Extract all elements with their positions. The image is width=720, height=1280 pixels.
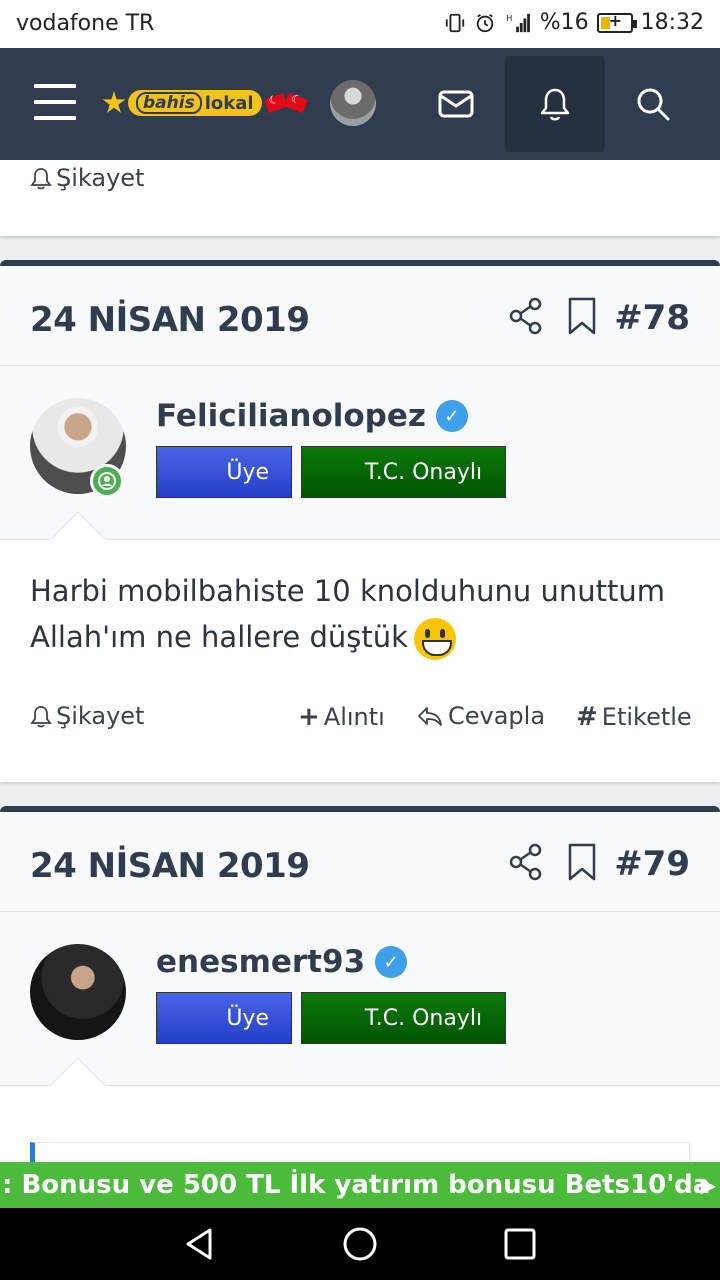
user-avatar[interactable]	[330, 80, 376, 126]
mail-icon	[438, 90, 474, 118]
mail-button[interactable]	[406, 56, 506, 152]
speech-notch	[50, 512, 106, 540]
verified-check-icon: ✓	[435, 400, 468, 432]
app-header: bahis lokal	[0, 48, 720, 160]
post-card: 24 NİSAN 2019 #78 Felicilianolopez ✓ Üye…	[0, 260, 720, 782]
report-button[interactable]: Şikayet	[30, 702, 144, 730]
quote-button[interactable]: + Alıntı	[298, 702, 385, 732]
logo-star-icon	[102, 91, 126, 113]
author-avatar[interactable]	[30, 944, 126, 1040]
reply-label: Cevapla	[448, 702, 546, 730]
post-author: enesmert93 ✓ Üye T.C. Onaylı	[0, 912, 720, 1086]
post-text-line: Harbi mobilbahiste 10 knolduhunu unuttum	[30, 574, 665, 608]
quote-label: Alıntı	[323, 703, 385, 731]
site-logo[interactable]: bahis lokal	[102, 88, 308, 118]
post-header: 24 NİSAN 2019 #78	[0, 266, 720, 366]
post-body: Harbi mobilbahiste 10 knolduhunu unuttum…	[0, 540, 720, 782]
reply-icon	[418, 707, 442, 726]
grinning-face-emoji	[413, 618, 456, 660]
previous-post-footer: Şikayet	[0, 160, 720, 236]
home-icon[interactable]	[342, 1226, 378, 1262]
verified-check-icon: ✓	[375, 946, 408, 978]
battery-percent: %16	[539, 10, 589, 35]
alarm-icon	[476, 13, 493, 32]
search-icon	[637, 88, 670, 121]
status-bar: vodafone TR H %16 + 18:32	[0, 0, 720, 48]
report-label: Şikayet	[56, 164, 145, 192]
post-header: 24 NİSAN 2019 #79	[0, 812, 720, 912]
bookmark-icon[interactable]	[566, 296, 598, 336]
ad-text: : Bonusu ve 500 TL İlk yatırım bonusu Be…	[2, 1170, 711, 1200]
system-nav-bar	[0, 1208, 720, 1280]
post-date: 24 NİSAN 2019	[30, 846, 310, 886]
username-text: Felicilianolopez	[156, 398, 426, 434]
vibrate-icon	[445, 13, 464, 32]
tag-label: Etiketle	[601, 703, 692, 731]
bookmark-icon[interactable]	[566, 842, 598, 882]
post-text-line: Allah'ım ne hallere düştük	[30, 620, 408, 654]
bell-icon	[540, 88, 570, 121]
battery-icon: +	[596, 11, 637, 33]
author-username[interactable]: enesmert93 ✓	[156, 944, 408, 980]
turkish-flag-icon	[283, 93, 308, 113]
post-text: Harbi mobilbahiste 10 knolduhunu unuttum…	[0, 540, 720, 660]
signal-icon: H	[506, 13, 530, 32]
post-card: 24 NİSAN 2019 #79 enesmert93 ✓ Üye T.C. …	[0, 806, 720, 1222]
post-actions: Şikayet + Alıntı Cevapla # Etiketle	[0, 702, 720, 742]
username-text: enesmert93	[156, 944, 366, 980]
logo-text-lokal: lokal	[204, 92, 254, 114]
notifications-button[interactable]	[505, 56, 605, 152]
tc-verified-badge: T.C. Onaylı	[301, 992, 506, 1044]
report-label: Şikayet	[56, 702, 145, 730]
post-author: Felicilianolopez ✓ Üye T.C. Onaylı	[0, 366, 720, 540]
post-date: 24 NİSAN 2019	[30, 300, 310, 340]
svg-text:H: H	[506, 13, 512, 23]
post-number[interactable]: #78	[614, 298, 690, 338]
tag-button[interactable]: # Etiketle	[576, 702, 692, 732]
hashtag-icon: #	[576, 702, 598, 732]
tc-verified-badge: T.C. Onaylı	[301, 446, 506, 498]
reply-button[interactable]: Cevapla	[416, 702, 545, 730]
member-badge: Üye	[156, 446, 292, 498]
turkish-flag-icon	[263, 93, 288, 113]
carrier-name: vodafone TR	[16, 11, 155, 36]
recents-icon[interactable]	[502, 1226, 538, 1262]
share-icon[interactable]	[508, 842, 544, 882]
speech-notch	[50, 1058, 106, 1086]
logo-text-bahis: bahis	[136, 92, 202, 114]
bell-icon	[30, 706, 52, 728]
ad-banner[interactable]: : Bonusu ve 500 TL İlk yatırım bonusu Be…	[0, 1162, 720, 1208]
member-badge: Üye	[156, 992, 292, 1044]
search-button[interactable]	[603, 56, 703, 152]
post-number[interactable]: #79	[614, 844, 690, 884]
play-arrow-icon: ▶	[700, 1173, 716, 1197]
author-username[interactable]: Felicilianolopez ✓	[156, 398, 468, 434]
plus-icon: +	[298, 702, 320, 732]
online-status-icon	[90, 464, 124, 498]
back-icon[interactable]	[182, 1226, 218, 1262]
share-icon[interactable]	[508, 296, 544, 336]
report-button[interactable]: Şikayet	[30, 164, 144, 192]
clock: 18:32	[640, 10, 704, 35]
bell-icon	[30, 168, 52, 190]
menu-icon[interactable]	[34, 84, 76, 122]
